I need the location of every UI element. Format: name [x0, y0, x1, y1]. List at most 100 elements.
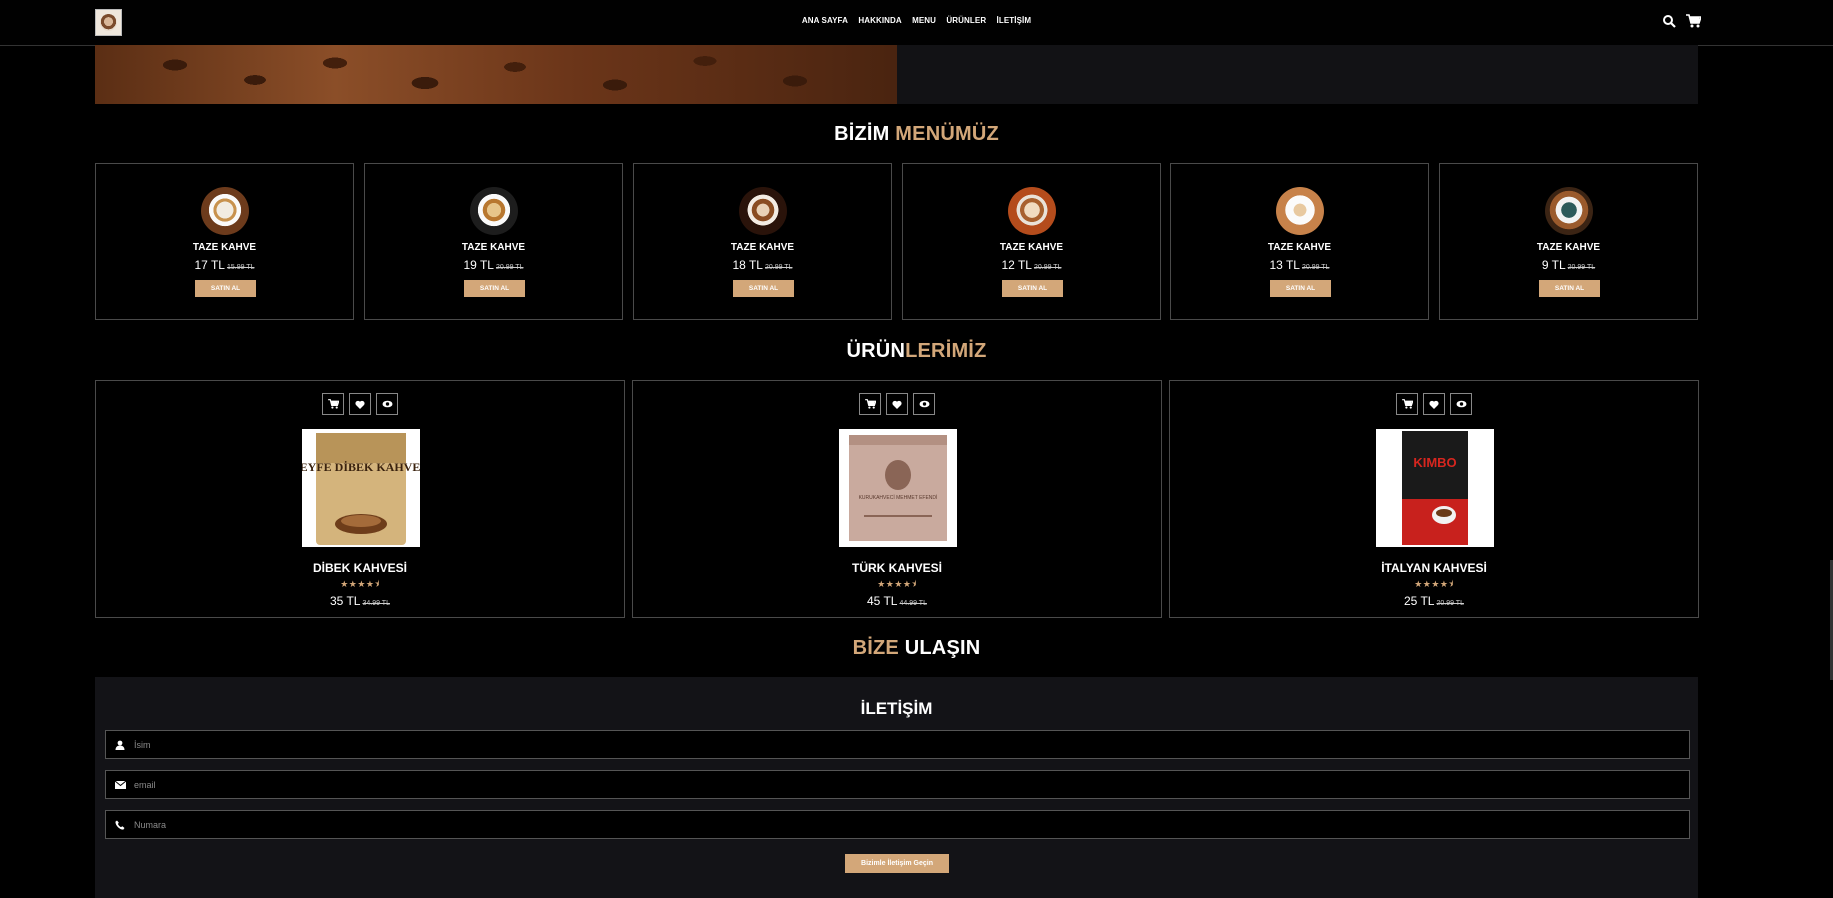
- heart-icon: [892, 400, 902, 409]
- menu-item-price: 13 TL: [1269, 258, 1300, 272]
- coffee-cup-image: [201, 187, 249, 235]
- nav-home[interactable]: ANA SAYFA: [802, 16, 848, 25]
- menu-title-part2: MENÜMÜZ: [895, 123, 999, 145]
- quick-view-button[interactable]: [913, 393, 935, 415]
- favorite-button[interactable]: [1423, 393, 1445, 415]
- envelope-icon: [106, 780, 134, 789]
- menu-item-name: TAZE KAHVE: [192, 242, 257, 253]
- cart-icon[interactable]: [1686, 14, 1703, 28]
- menu-item-old-price: 20.99 TL: [495, 264, 524, 271]
- menu-item-price: 18 TL: [732, 258, 763, 272]
- product-package-label: KIMBO: [1413, 455, 1456, 470]
- nav-about[interactable]: HAKKINDA: [858, 16, 901, 25]
- product-price-row: 35 TL 34.99 TL: [96, 594, 624, 608]
- buy-button[interactable]: SATIN AL: [464, 280, 525, 297]
- menu-item-price: 19 TL: [463, 258, 494, 272]
- contact-title-part1: BİZE: [852, 637, 899, 659]
- email-field[interactable]: [105, 770, 1690, 799]
- menu-title-part1: BİZİM: [834, 123, 890, 145]
- name-input[interactable]: [134, 739, 1689, 750]
- menu-item-price: 12 TL: [1001, 258, 1032, 272]
- nav-menu[interactable]: MENU: [912, 16, 936, 25]
- menu-section-title: BİZİM MENÜMÜZ: [0, 123, 1833, 146]
- menu-item-price-row: 18 TL 20.99 TL: [634, 258, 891, 272]
- product-price: 45 TL: [867, 594, 898, 608]
- buy-button[interactable]: SATIN AL: [1539, 280, 1600, 297]
- product-image: KIMBO: [1376, 429, 1494, 547]
- rating-stars: ★★★★⯨: [340, 579, 380, 589]
- search-icon[interactable]: [1662, 14, 1676, 28]
- product-old-price: 44.99 TL: [899, 600, 927, 607]
- menu-item-name: TAZE KAHVE: [1267, 242, 1332, 253]
- add-to-cart-button[interactable]: [322, 393, 344, 415]
- heart-icon: [355, 400, 365, 409]
- product-actions: [633, 393, 1161, 415]
- favorite-button[interactable]: [886, 393, 908, 415]
- quick-view-button[interactable]: [1450, 393, 1472, 415]
- products-title-part2: LERİMİZ: [905, 340, 987, 362]
- buy-button[interactable]: SATIN AL: [733, 280, 794, 297]
- product-card: KEYFE DİBEK KAHVESİ DİBEK KAHVESİ ★★★★⯨ …: [95, 380, 625, 618]
- menu-item-old-price: 20.99 TL: [1567, 264, 1596, 271]
- product-image: KURUKAHVECİ MEHMET EFENDİ: [839, 429, 957, 547]
- contact-submit-button[interactable]: Bizimle İletişim Geçin: [845, 854, 949, 873]
- main-nav: ANA SAYFA HAKKINDA MENU ÜRÜNLER İLETİŞİM: [0, 16, 1833, 25]
- menu-item-price-row: 13 TL 20.99 TL: [1171, 258, 1428, 272]
- coffee-cup-image: [1276, 187, 1324, 235]
- eye-icon: [382, 400, 392, 408]
- buy-button[interactable]: SATIN AL: [1002, 280, 1063, 297]
- product-name: İTALYAN KAHVESİ: [1381, 561, 1487, 575]
- add-to-cart-button[interactable]: [859, 393, 881, 415]
- nav-contact[interactable]: İLETİŞİM: [997, 16, 1032, 25]
- product-price-row: 45 TL 44.99 TL: [633, 594, 1161, 608]
- name-field[interactable]: [105, 730, 1690, 759]
- product-old-price: 34.99 TL: [362, 600, 390, 607]
- phone-field[interactable]: [105, 810, 1690, 839]
- product-card: KURUKAHVECİ MEHMET EFENDİ TÜRK KAHVESİ ★…: [632, 380, 1162, 618]
- products-title-part1: ÜRÜN: [846, 340, 906, 362]
- menu-item-price-row: 19 TL 20.99 TL: [365, 258, 622, 272]
- site-header: ANA SAYFA HAKKINDA MENU ÜRÜNLER İLETİŞİM: [0, 0, 1833, 46]
- email-input[interactable]: [134, 779, 1689, 790]
- menu-card: TAZE KAHVE 18 TL 20.99 TL SATIN AL: [633, 163, 892, 320]
- about-section-strip: [95, 45, 1698, 104]
- rating-stars: ★★★★⯨: [1414, 579, 1454, 589]
- add-to-cart-button[interactable]: [1396, 393, 1418, 415]
- cart-icon: [1401, 399, 1413, 409]
- coffee-beans-image: [95, 45, 897, 104]
- cart-icon: [327, 399, 339, 409]
- nav-products[interactable]: ÜRÜNLER: [946, 16, 986, 25]
- buy-button[interactable]: SATIN AL: [1270, 280, 1331, 297]
- phone-icon: [106, 820, 134, 830]
- menu-card: TAZE KAHVE 17 TL 15.99 TL SATIN AL: [95, 163, 354, 320]
- eye-icon: [919, 400, 929, 408]
- coffee-cup-image: [1008, 187, 1056, 235]
- menu-item-old-price: 20.99 TL: [1301, 264, 1330, 271]
- menu-item-name: TAZE KAHVE: [730, 242, 795, 253]
- menu-card: TAZE KAHVE 13 TL 20.99 TL SATIN AL: [1170, 163, 1429, 320]
- phone-input[interactable]: [134, 819, 1689, 830]
- menu-item-old-price: 20.99 TL: [1033, 264, 1062, 271]
- contact-form-title: İLETİŞİM: [860, 699, 933, 718]
- contact-form: İLETİŞİM Bizimle İletişim Geçin: [95, 677, 1698, 898]
- buy-button[interactable]: SATIN AL: [195, 280, 256, 297]
- menu-item-price: 17 TL: [194, 258, 225, 272]
- product-package-label: KURUKAHVECİ MEHMET EFENDİ: [859, 494, 938, 501]
- product-name: DİBEK KAHVESİ: [312, 561, 407, 575]
- product-price: 35 TL: [330, 594, 361, 608]
- rating-stars: ★★★★⯨: [877, 579, 917, 589]
- product-image: KEYFE DİBEK KAHVESİ: [302, 429, 420, 547]
- menu-item-price-row: 12 TL 20.99 TL: [903, 258, 1160, 272]
- menu-item-name: TAZE KAHVE: [1536, 242, 1601, 253]
- product-actions: [96, 393, 624, 415]
- coffee-cup-image: [739, 187, 787, 235]
- quick-view-button[interactable]: [376, 393, 398, 415]
- menu-item-price: 9 TL: [1541, 258, 1566, 272]
- user-icon: [106, 740, 134, 750]
- product-old-price: 20.99 TL: [1436, 600, 1464, 607]
- menu-card: TAZE KAHVE 12 TL 20.99 TL SATIN AL: [902, 163, 1161, 320]
- product-card: KIMBO İTALYAN KAHVESİ ★★★★⯨ 25 TL 20.99 T…: [1169, 380, 1699, 618]
- favorite-button[interactable]: [349, 393, 371, 415]
- coffee-cup-image: [1545, 187, 1593, 235]
- eye-icon: [1456, 400, 1466, 408]
